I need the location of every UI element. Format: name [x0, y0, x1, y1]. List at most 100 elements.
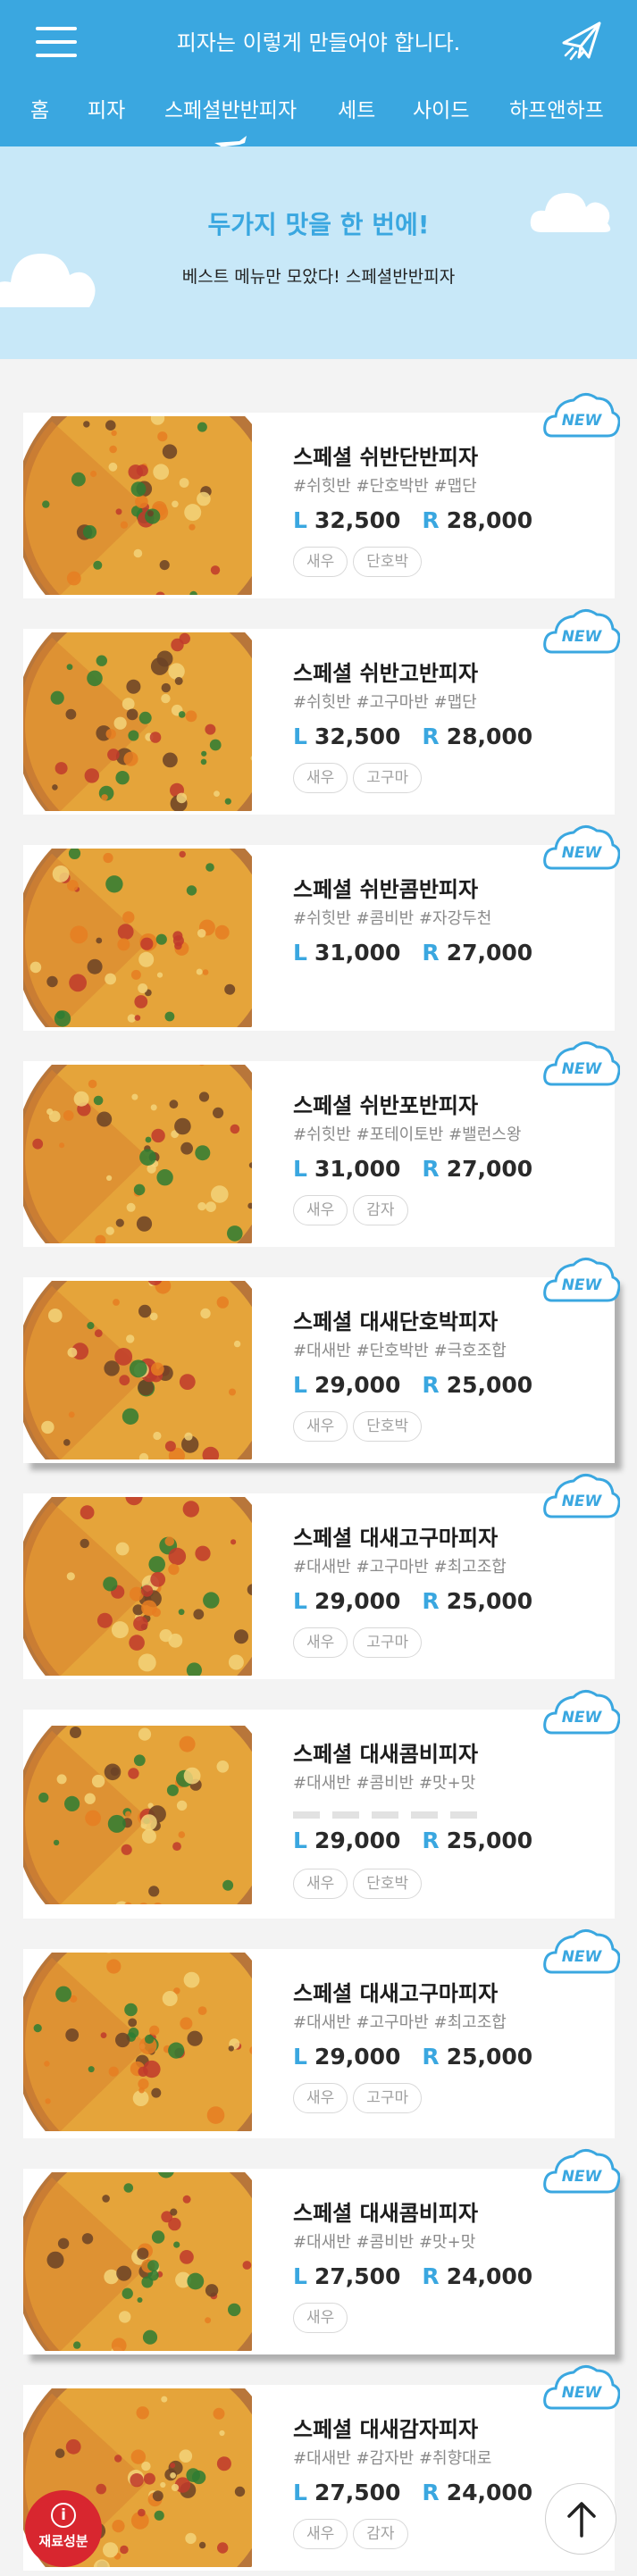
new-badge-label: NEW — [562, 628, 603, 646]
ingredient-chips: 새우 고구마 — [293, 763, 427, 793]
product-card[interactable]: 스페셜 쉬반단반피자 #쉬힛반 #단호박반 #맵단 L 32,500 R 28,000… — [23, 393, 620, 598]
ingredient-chip[interactable]: 고구마 — [353, 763, 423, 793]
price-row: L 27,500 R 24,000 — [293, 2480, 532, 2505]
pizza-image — [23, 1726, 252, 1904]
ingredient-chip[interactable]: 고구마 — [353, 2083, 423, 2113]
price-l: 29,000 — [314, 1588, 401, 1614]
product-name: 스페셜 대새콤비피자 — [293, 1742, 479, 1767]
ingredient-chips: 새우 감자 — [293, 2519, 414, 2549]
ingredient-chip[interactable]: 고구마 — [353, 1627, 423, 1658]
size-l-label: L — [293, 2480, 307, 2505]
paper-plane-icon[interactable] — [557, 16, 607, 66]
price-l: 32,500 — [314, 723, 401, 749]
size-l-label: L — [293, 1156, 307, 1182]
size-r-label: R — [422, 1827, 440, 1853]
product-card[interactable]: 스페셜 대새콤비피자 #대새반 #콤비반 #맛+맛 L 27,500 R 24,000… — [23, 2149, 620, 2354]
ingredient-chips: 새우 단호박 — [293, 1411, 427, 1442]
new-badge: NEW — [543, 1690, 620, 1735]
product-card[interactable]: 스페셜 쉬반콤반피자 #쉬힛반 #콤비반 #자강두천 L 31,000 R 27,00… — [23, 825, 620, 1031]
size-r-label: R — [422, 723, 440, 749]
new-badge-label: NEW — [562, 844, 603, 862]
price-l: 27,500 — [314, 2263, 401, 2289]
price-r: 25,000 — [446, 1827, 533, 1853]
ingredient-chips: 새우 단호박 — [293, 1869, 427, 1899]
nav-item-special-half[interactable]: 스페셜반반피자 — [164, 93, 297, 123]
ingredient-chip[interactable]: 새우 — [293, 2519, 348, 2549]
category-nav: 홈 피자 스페셜반반피자 세트 사이드 하프앤하프 — [0, 93, 637, 129]
nav-item-half-and-half[interactable]: 하프앤하프 — [509, 93, 604, 123]
product-card[interactable]: 스페셜 쉬반포반피자 #쉬힛반 #포테이토반 #밸런스왕 L 31,000 R 27,… — [23, 1041, 620, 1247]
nav-item-home[interactable]: 홈 — [30, 93, 49, 123]
ingredient-chips: 새우 고구마 — [293, 1627, 427, 1658]
size-l-label: L — [293, 2263, 307, 2289]
product-tags: #대새반 #감자반 #취향대로 — [293, 2449, 492, 2468]
product-card[interactable]: 스페셜 대새콤비피자 #대새반 #콤비반 #맛+맛 L 29,000 R 25,000… — [23, 1690, 620, 1919]
ingredient-chip[interactable]: 단호박 — [353, 1411, 423, 1442]
product-tags: #대새반 #고구마반 #최고조합 — [293, 2013, 507, 2032]
new-badge-label: NEW — [562, 412, 603, 430]
price-r: 24,000 — [446, 2480, 533, 2505]
product-card[interactable]: 스페셜 대새감자피자 #대새반 #감자반 #취향대로 L 27,500 R 24,00… — [23, 2365, 620, 2571]
page-title: 피자는 이렇게 만들어야 합니다. — [176, 30, 461, 55]
price-l: 29,000 — [314, 1827, 401, 1853]
ingredient-chip[interactable]: 새우 — [293, 547, 348, 577]
pizza-image — [23, 1281, 252, 1459]
size-r-label: R — [422, 2480, 440, 2505]
ingredient-chip[interactable]: 단호박 — [353, 1869, 423, 1899]
price-row: L 29,000 R 25,000 — [293, 1827, 532, 1853]
nav-item-set[interactable]: 세트 — [338, 93, 375, 123]
new-badge-label: NEW — [562, 1948, 603, 1966]
size-l-label: L — [293, 1588, 307, 1614]
product-tags: #쉬힛반 #콤비반 #자강두천 — [293, 909, 492, 928]
size-l-label: L — [293, 1827, 307, 1853]
price-r: 27,000 — [446, 1156, 533, 1182]
ingredient-info-button[interactable]: i 재료성분 — [25, 2490, 102, 2567]
arrow-up-icon — [567, 2502, 596, 2538]
pizza-image — [23, 1953, 252, 2131]
ingredient-chip[interactable]: 새우 — [293, 2083, 348, 2113]
price-r: 27,000 — [446, 940, 533, 966]
scroll-top-button[interactable] — [545, 2483, 616, 2555]
size-r-label: R — [422, 1588, 440, 1614]
price-row: L 29,000 R 25,000 — [293, 1588, 532, 1614]
ingredient-chip[interactable]: 새우 — [293, 1627, 348, 1658]
new-badge-label: NEW — [562, 1276, 603, 1294]
pizza-image — [23, 849, 252, 1027]
size-r-label: R — [422, 507, 440, 533]
product-card[interactable]: 스페셜 대새단호박피자 #대새반 #단호박반 #극호조합 L 29,000 R 25,… — [23, 1258, 620, 1463]
ingredient-chips: 새우 — [293, 2303, 353, 2333]
product-card[interactable]: 스페셜 대새고구마피자 #대새반 #고구마반 #최고조합 L 29,000 R 25,… — [23, 1929, 620, 2138]
product-tags: #대새반 #단호박반 #극호조합 — [293, 1342, 507, 1360]
new-badge: NEW — [543, 825, 620, 870]
ingredient-chip[interactable]: 새우 — [293, 1411, 348, 1442]
hero-subtitle: 베스트 메뉴만 모았다! 스페셜반반피자 — [181, 267, 456, 287]
price-r: 25,000 — [446, 2044, 533, 2070]
size-l-label: L — [293, 723, 307, 749]
size-l-label: L — [293, 507, 307, 533]
ingredient-chip[interactable]: 새우 — [293, 1869, 348, 1899]
price-row: L 31,000 R 27,000 — [293, 940, 532, 966]
pizza-image — [23, 416, 252, 595]
ingredient-chip[interactable]: 새우 — [293, 2303, 348, 2333]
product-name: 스페셜 쉬반콤반피자 — [293, 877, 479, 902]
ingredient-chips: 새우 감자 — [293, 1195, 414, 1225]
product-card[interactable]: 스페셜 쉬반고반피자 #쉬힛반 #고구마반 #맵단 L 32,500 R 28,000… — [23, 609, 620, 815]
ingredient-chip[interactable]: 감자 — [353, 1195, 408, 1225]
ingredient-chips: 새우 고구마 — [293, 2083, 427, 2113]
price-row: L 29,000 R 25,000 — [293, 1372, 532, 1398]
product-card[interactable]: 스페셜 대새고구마피자 #대새반 #고구마반 #최고조합 L 29,000 R 25,… — [23, 1474, 620, 1679]
ingredient-chip[interactable]: 새우 — [293, 1195, 348, 1225]
size-r-label: R — [422, 2263, 440, 2289]
product-name: 스페셜 쉬반단반피자 — [293, 445, 479, 470]
ingredient-chip[interactable]: 감자 — [353, 2519, 408, 2549]
nav-item-side[interactable]: 사이드 — [413, 93, 469, 123]
size-r-label: R — [422, 940, 440, 966]
price-r: 25,000 — [446, 1372, 533, 1398]
price-l: 31,000 — [314, 1156, 401, 1182]
pizza-image — [23, 1497, 252, 1676]
size-r-label: R — [422, 2044, 440, 2070]
ingredient-chip[interactable]: 단호박 — [353, 547, 423, 577]
nav-item-pizza[interactable]: 피자 — [88, 93, 125, 123]
ingredient-chip[interactable]: 새우 — [293, 763, 348, 793]
product-name: 스페셜 대새고구마피자 — [293, 1981, 499, 2006]
